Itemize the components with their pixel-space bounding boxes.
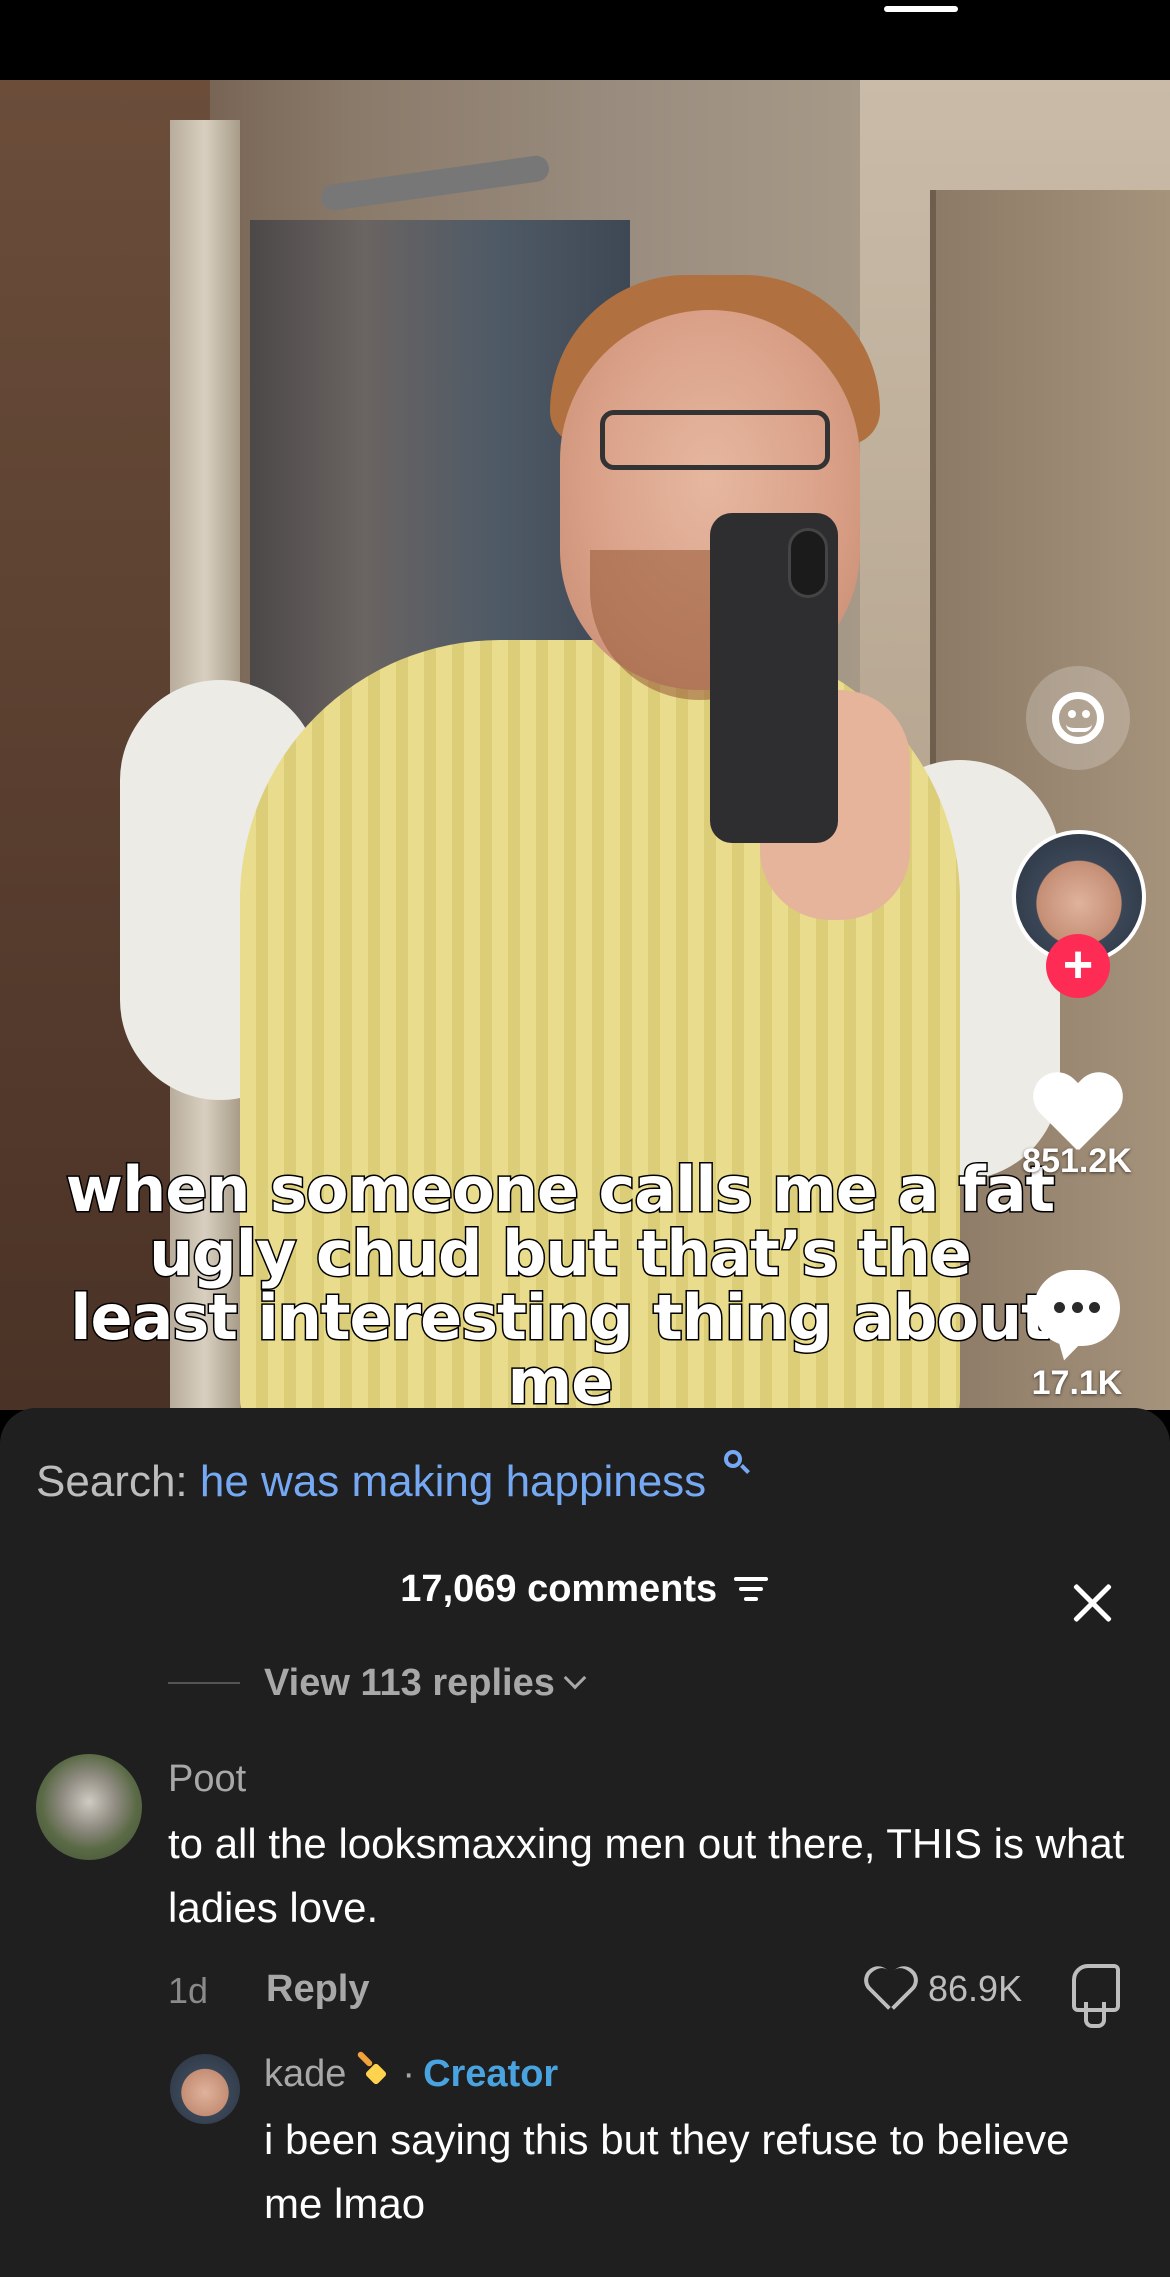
search-label: Search: (36, 1457, 188, 1506)
avatar[interactable] (36, 1754, 142, 1860)
sort-icon[interactable] (733, 1573, 770, 1603)
close-icon[interactable] (1070, 1580, 1114, 1624)
reply-text: i been saying this but they refuse to be… (264, 2116, 1070, 2227)
comment-bubble-icon (1034, 1270, 1120, 1346)
comment-button[interactable]: 17.1K (1002, 1270, 1152, 1403)
replies-divider (168, 1682, 240, 1684)
chevron-down-icon (563, 1666, 587, 1690)
video-player[interactable]: when someone calls me a fat ugly chud bu… (0, 80, 1170, 1410)
comment-like-count: 86.9K (928, 1968, 1023, 2009)
reply-button[interactable]: Reply (266, 1968, 369, 2011)
comment-like-heart-icon[interactable] (866, 1968, 912, 2010)
view-replies-label: View 113 replies (264, 1661, 555, 1704)
comments-header: 17,069 comments (0, 1568, 1170, 1611)
creator-badge: Creator (423, 2053, 559, 2095)
like-button[interactable]: 851.2K (1002, 1074, 1152, 1181)
comment-count-title: 17,069 comments (400, 1568, 718, 1610)
view-replies-button[interactable]: View 113 replies (168, 1658, 587, 1708)
filter-face-icon[interactable] (1026, 666, 1130, 770)
comment-username[interactable]: Poot (168, 1758, 246, 1801)
comment-age: 1d (168, 1970, 209, 2011)
video-person-glasses (600, 410, 830, 470)
separator-dot: · (402, 2053, 416, 2095)
video-caption-overlay: when someone calls me a fat ugly chud bu… (64, 1153, 1056, 1410)
top-indicator (884, 6, 958, 12)
comment-text: to all the looksmaxxing men out there, T… (168, 1820, 1125, 1931)
avatar[interactable] (170, 2054, 240, 2124)
video-bg-shower-head (319, 154, 551, 212)
sparkle-icon (354, 2050, 394, 2092)
follow-plus-icon[interactable]: + (1046, 934, 1110, 998)
heart-icon (1031, 1074, 1123, 1158)
comments-sheet: Search: he was making happiness 17,069 c… (0, 1408, 1170, 2277)
reply-header: kade · Creator (264, 2050, 559, 2096)
related-search[interactable]: Search: he was making happiness (36, 1448, 751, 1507)
reply-username[interactable]: kade (264, 2053, 346, 2095)
comment-count: 17.1K (1031, 1364, 1123, 1402)
status-bar (0, 0, 1170, 80)
search-suggestion-link[interactable]: he was making happiness (200, 1457, 706, 1506)
video-person-phone-camera (788, 528, 828, 598)
search-icon (722, 1448, 751, 1476)
dislike-icon[interactable] (1072, 1964, 1120, 2012)
